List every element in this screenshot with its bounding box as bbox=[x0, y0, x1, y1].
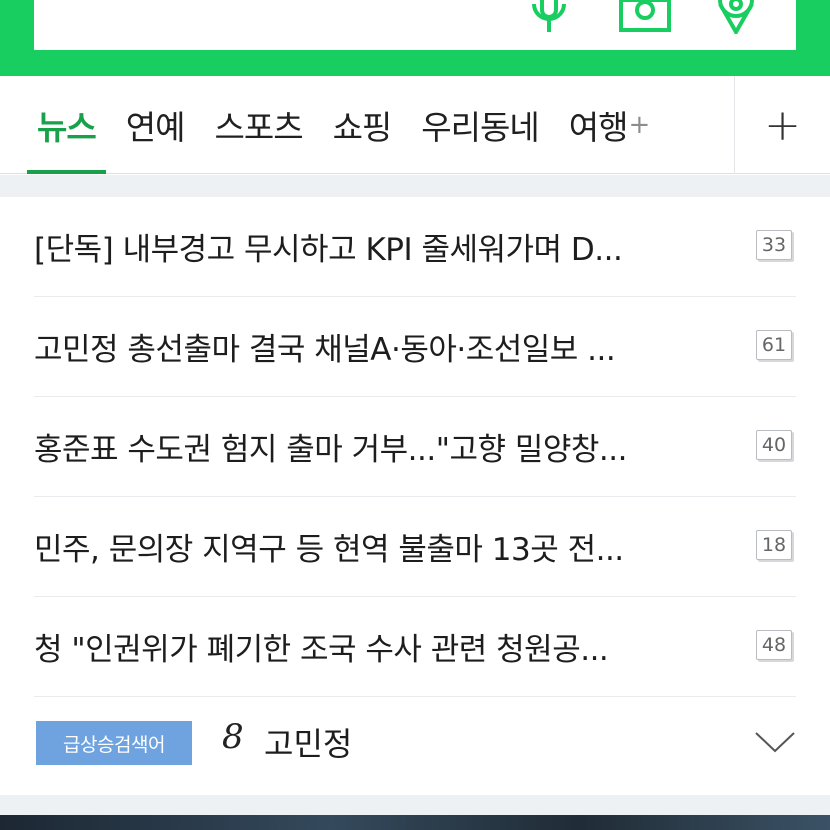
tab-shopping[interactable]: 쇼핑 bbox=[318, 76, 407, 174]
app-root: 뉴스 연예 스포츠 쇼핑 우리동네 여행 + + [단독] 내부경고 무시하고 … bbox=[0, 0, 830, 830]
tab-label: 뉴스 bbox=[37, 108, 97, 147]
news-title[interactable]: 청 "인권위가 폐기한 조국 수사 관련 청원공... bbox=[34, 624, 714, 669]
comment-count-badge[interactable]: 40 bbox=[756, 430, 792, 460]
voice-search-icon[interactable] bbox=[524, 0, 574, 34]
search-header bbox=[0, 0, 830, 76]
news-item[interactable]: 민주, 문의장 지역구 등 현역 불출마 13곳 전... 18 bbox=[34, 497, 796, 597]
category-tabs: 뉴스 연예 스포츠 쇼핑 우리동네 여행 + bbox=[22, 76, 664, 174]
banner-image[interactable] bbox=[0, 815, 830, 830]
tab-news[interactable]: 뉴스 bbox=[22, 76, 111, 174]
trending-rank: 8 bbox=[222, 717, 244, 757]
section-gap bbox=[0, 795, 830, 815]
chevron-down-icon[interactable] bbox=[754, 731, 796, 757]
tab-label: 스포츠 bbox=[214, 108, 303, 147]
tab-label: 우리동네 bbox=[421, 108, 539, 147]
tab-label: 쇼핑 bbox=[332, 108, 393, 147]
tab-entertainment[interactable]: 연예 bbox=[111, 76, 200, 174]
news-title[interactable]: 홍준표 수도권 험지 출마 거부..."고향 밀양창... bbox=[34, 424, 714, 469]
camera-search-icon[interactable] bbox=[618, 0, 672, 34]
tab-neighborhood[interactable]: 우리동네 bbox=[406, 76, 553, 174]
news-item[interactable]: [단독] 내부경고 무시하고 KPI 줄세워가며 D... 33 bbox=[34, 197, 796, 297]
news-item[interactable]: 청 "인권위가 폐기한 조국 수사 관련 청원공... 48 bbox=[34, 597, 796, 697]
comment-count-badge[interactable]: 18 bbox=[756, 530, 792, 560]
search-tools bbox=[524, 0, 756, 34]
comment-count-badge[interactable]: 48 bbox=[756, 630, 792, 660]
tab-label: 연예 bbox=[125, 108, 186, 147]
trending-badge: 급상승검색어 bbox=[36, 721, 192, 765]
news-item[interactable]: 홍준표 수도권 험지 출마 거부..."고향 밀양창... 40 bbox=[34, 397, 796, 497]
trending-search-bar[interactable]: 급상승검색어 8 고민정 bbox=[0, 697, 830, 795]
comment-count-badge[interactable]: 33 bbox=[756, 230, 792, 260]
trending-keyword[interactable]: 고민정 bbox=[264, 719, 352, 765]
tab-travel[interactable]: 여행 + bbox=[554, 76, 665, 174]
section-gap bbox=[0, 175, 830, 197]
tab-sports[interactable]: 스포츠 bbox=[199, 76, 317, 174]
comment-count-badge[interactable]: 61 bbox=[756, 330, 792, 360]
news-title[interactable]: 고민정 총선출마 결국 채널A·동아·조선일보 ... bbox=[34, 324, 714, 369]
add-tab-button[interactable]: + bbox=[735, 76, 830, 174]
news-title[interactable]: 민주, 문의장 지역구 등 현역 불출마 13곳 전... bbox=[34, 524, 714, 569]
category-tabbar: 뉴스 연예 스포츠 쇼핑 우리동네 여행 + + bbox=[0, 76, 830, 174]
plus-icon: + bbox=[764, 99, 801, 151]
tab-plus-suffix: + bbox=[628, 110, 650, 140]
location-icon[interactable] bbox=[716, 0, 756, 34]
tab-label: 여행 bbox=[568, 108, 629, 147]
news-title[interactable]: [단독] 내부경고 무시하고 KPI 줄세워가며 D... bbox=[34, 224, 714, 269]
news-item[interactable]: 고민정 총선출마 결국 채널A·동아·조선일보 ... 61 bbox=[34, 297, 796, 397]
search-input[interactable] bbox=[34, 0, 796, 50]
